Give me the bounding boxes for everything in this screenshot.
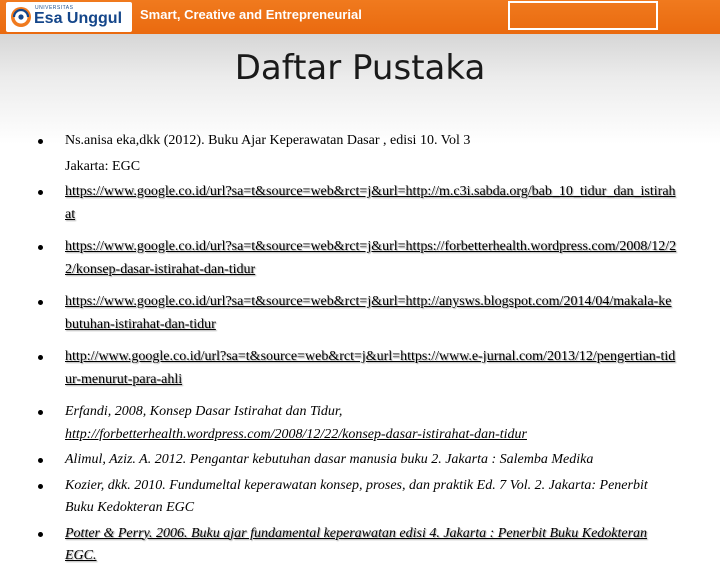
reference-item: https://www.google.co.id/url?sa=t&source…	[38, 236, 678, 281]
page-title: Daftar Pustaka	[234, 48, 486, 88]
reference-text: Potter & Perry. 2006. Buku ajar fundamen…	[65, 525, 648, 564]
bullet-icon	[38, 139, 43, 144]
reference-text: Alimul, Aziz. A. 2012. Pengantar kebutuh…	[65, 452, 594, 467]
header-frame	[508, 1, 658, 30]
reference-item: Potter & Perry. 2006. Buku ajar fundamen…	[38, 523, 678, 568]
reference-item: https://www.google.co.id/url?sa=t&source…	[38, 181, 678, 226]
bullet-icon	[38, 300, 43, 305]
tagline: Smart, Creative and Entrepreneurial	[140, 7, 362, 22]
bullet-icon	[38, 531, 43, 537]
bullet-icon	[38, 245, 43, 250]
bullet-icon	[38, 190, 43, 195]
reference-item: Ns.anisa eka,dkk (2012). Buku Ajar Keper…	[38, 130, 678, 178]
bullet-icon	[38, 458, 43, 463]
reference-list: Ns.anisa eka,dkk (2012). Buku Ajar Keper…	[38, 130, 678, 568]
reference-text: Ns.anisa eka,dkk (2012). Buku Ajar Keper…	[65, 133, 471, 148]
reference-link[interactable]: https://www.google.co.id/url?sa=t&source…	[65, 291, 678, 336]
reference-link[interactable]: https://www.google.co.id/url?sa=t&source…	[65, 236, 678, 281]
reference-item: http://www.google.co.id/url?sa=t&source=…	[38, 346, 678, 391]
bullet-icon	[38, 355, 43, 360]
logo-text: Esa Unggul	[34, 10, 123, 27]
header-bar: UNIVERSITAS Esa Unggul Smart, Creative a…	[0, 0, 720, 34]
bullet-icon	[38, 410, 43, 415]
reference-item: https://www.google.co.id/url?sa=t&source…	[38, 291, 678, 336]
logo-emblem-icon	[11, 7, 31, 27]
reference-link[interactable]: https://www.google.co.id/url?sa=t&source…	[65, 181, 678, 226]
reference-text: Kozier, dkk. 2010. Fundumeltal keperawat…	[65, 477, 648, 516]
university-logo: UNIVERSITAS Esa Unggul	[6, 2, 132, 32]
reference-link[interactable]: http://forbetterhealth.wordpress.com/200…	[65, 424, 678, 447]
reference-text-continued: Jakarta: EGC	[65, 158, 141, 174]
bullet-icon	[38, 483, 43, 489]
reference-text: Erfandi, 2008, Konsep Dasar Istirahat da…	[65, 404, 343, 419]
reference-item: Kozier, dkk. 2010. Fundumeltal keperawat…	[38, 475, 678, 520]
reference-item: Erfandi, 2008, Konsep Dasar Istirahat da…	[38, 401, 678, 446]
reference-item: Alimul, Aziz. A. 2012. Pengantar kebutuh…	[38, 449, 678, 472]
reference-link[interactable]: http://www.google.co.id/url?sa=t&source=…	[65, 346, 678, 391]
